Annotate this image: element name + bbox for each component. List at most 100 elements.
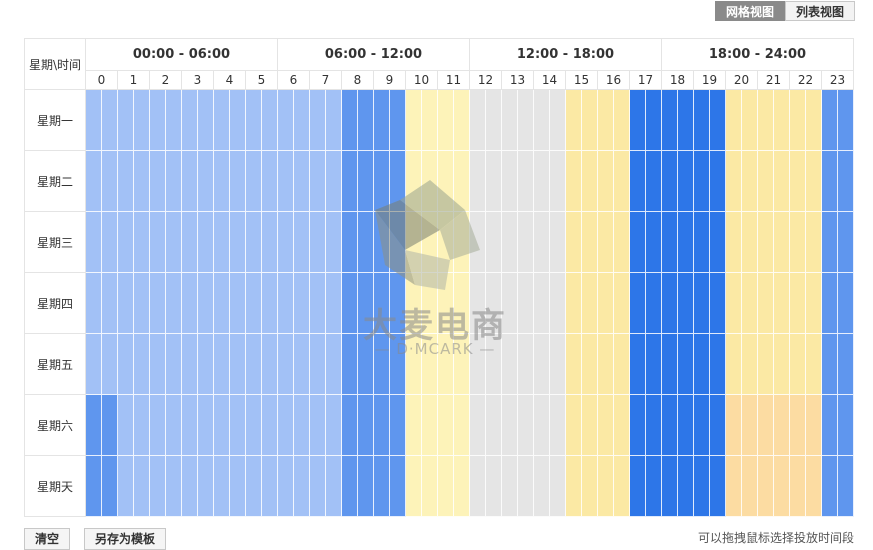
- time-slot-cell[interactable]: [550, 273, 566, 334]
- time-slot-cell[interactable]: [454, 395, 470, 456]
- time-slot-cell[interactable]: [374, 212, 390, 273]
- time-slot-cell[interactable]: [742, 90, 758, 151]
- time-slot-cell[interactable]: [118, 273, 134, 334]
- time-slot-cell[interactable]: [118, 212, 134, 273]
- time-slot-cell[interactable]: [342, 456, 358, 517]
- hour-header[interactable]: 7: [310, 70, 342, 90]
- time-slot-cell[interactable]: [614, 151, 630, 212]
- time-slot-cell[interactable]: [534, 334, 550, 395]
- time-slot-cell[interactable]: [86, 151, 102, 212]
- time-slot-cell[interactable]: [790, 273, 806, 334]
- time-slot-cell[interactable]: [214, 334, 230, 395]
- time-slot-cell[interactable]: [630, 334, 646, 395]
- time-slot-cell[interactable]: [102, 456, 118, 517]
- time-slot-cell[interactable]: [246, 90, 262, 151]
- time-slot-cell[interactable]: [230, 395, 246, 456]
- time-slot-cell[interactable]: [86, 273, 102, 334]
- time-slot-cell[interactable]: [534, 212, 550, 273]
- time-slot-cell[interactable]: [422, 90, 438, 151]
- time-slot-cell[interactable]: [262, 456, 278, 517]
- time-slot-cell[interactable]: [262, 395, 278, 456]
- time-slot-cell[interactable]: [694, 273, 710, 334]
- time-slot-cell[interactable]: [166, 212, 182, 273]
- time-slot-cell[interactable]: [534, 395, 550, 456]
- time-slot-cell[interactable]: [662, 90, 678, 151]
- time-slot-cell[interactable]: [790, 90, 806, 151]
- time-slot-cell[interactable]: [294, 151, 310, 212]
- time-slot-cell[interactable]: [182, 151, 198, 212]
- time-slot-cell[interactable]: [534, 273, 550, 334]
- time-slot-cell[interactable]: [550, 151, 566, 212]
- hour-header[interactable]: 3: [182, 70, 214, 90]
- hour-header[interactable]: 20: [726, 70, 758, 90]
- hour-header[interactable]: 22: [790, 70, 822, 90]
- time-slot-cell[interactable]: [822, 212, 838, 273]
- time-slot-cell[interactable]: [646, 273, 662, 334]
- time-slot-cell[interactable]: [518, 212, 534, 273]
- time-slot-cell[interactable]: [166, 273, 182, 334]
- time-slot-cell[interactable]: [150, 151, 166, 212]
- time-slot-cell[interactable]: [822, 334, 838, 395]
- time-slot-cell[interactable]: [742, 212, 758, 273]
- time-slot-cell[interactable]: [150, 456, 166, 517]
- time-slot-cell[interactable]: [246, 212, 262, 273]
- hour-header[interactable]: 6: [278, 70, 310, 90]
- time-slot-cell[interactable]: [246, 395, 262, 456]
- time-slot-cell[interactable]: [278, 273, 294, 334]
- time-slot-cell[interactable]: [86, 334, 102, 395]
- time-slot-cell[interactable]: [342, 212, 358, 273]
- time-slot-cell[interactable]: [598, 90, 614, 151]
- time-slot-cell[interactable]: [710, 90, 726, 151]
- time-slot-cell[interactable]: [182, 212, 198, 273]
- time-slot-cell[interactable]: [502, 90, 518, 151]
- time-slot-cell[interactable]: [294, 456, 310, 517]
- time-slot-cell[interactable]: [806, 334, 822, 395]
- time-slot-cell[interactable]: [438, 151, 454, 212]
- time-slot-cell[interactable]: [294, 90, 310, 151]
- time-slot-cell[interactable]: [710, 151, 726, 212]
- time-slot-cell[interactable]: [262, 212, 278, 273]
- time-slot-cell[interactable]: [358, 334, 374, 395]
- time-slot-cell[interactable]: [838, 273, 854, 334]
- time-slot-cell[interactable]: [678, 273, 694, 334]
- time-slot-cell[interactable]: [310, 151, 326, 212]
- hour-header[interactable]: 18: [662, 70, 694, 90]
- time-slot-cell[interactable]: [470, 395, 486, 456]
- time-slot-cell[interactable]: [438, 395, 454, 456]
- time-slot-cell[interactable]: [566, 151, 582, 212]
- time-slot-cell[interactable]: [582, 90, 598, 151]
- time-slot-cell[interactable]: [278, 456, 294, 517]
- time-slot-cell[interactable]: [214, 212, 230, 273]
- time-slot-cell[interactable]: [246, 334, 262, 395]
- time-slot-cell[interactable]: [774, 273, 790, 334]
- time-slot-cell[interactable]: [102, 395, 118, 456]
- time-slot-cell[interactable]: [630, 151, 646, 212]
- time-slot-cell[interactable]: [694, 395, 710, 456]
- day-label[interactable]: 星期六: [24, 395, 86, 456]
- time-slot-cell[interactable]: [390, 456, 406, 517]
- time-slot-cell[interactable]: [630, 212, 646, 273]
- time-slot-cell[interactable]: [390, 395, 406, 456]
- time-slot-cell[interactable]: [150, 212, 166, 273]
- time-slot-cell[interactable]: [502, 151, 518, 212]
- time-slot-cell[interactable]: [582, 395, 598, 456]
- time-slot-cell[interactable]: [150, 90, 166, 151]
- time-slot-cell[interactable]: [358, 273, 374, 334]
- grid-view-button[interactable]: 网格视图: [715, 1, 786, 21]
- time-slot-cell[interactable]: [166, 334, 182, 395]
- time-slot-cell[interactable]: [182, 395, 198, 456]
- time-slot-cell[interactable]: [582, 456, 598, 517]
- time-slot-cell[interactable]: [502, 395, 518, 456]
- time-slot-cell[interactable]: [582, 151, 598, 212]
- time-slot-cell[interactable]: [374, 90, 390, 151]
- time-slot-cell[interactable]: [838, 395, 854, 456]
- time-slot-cell[interactable]: [358, 395, 374, 456]
- time-slot-cell[interactable]: [710, 273, 726, 334]
- time-slot-cell[interactable]: [790, 334, 806, 395]
- time-slot-cell[interactable]: [614, 212, 630, 273]
- time-slot-cell[interactable]: [406, 334, 422, 395]
- time-slot-cell[interactable]: [294, 273, 310, 334]
- time-slot-cell[interactable]: [662, 212, 678, 273]
- time-slot-cell[interactable]: [246, 273, 262, 334]
- time-slot-cell[interactable]: [374, 395, 390, 456]
